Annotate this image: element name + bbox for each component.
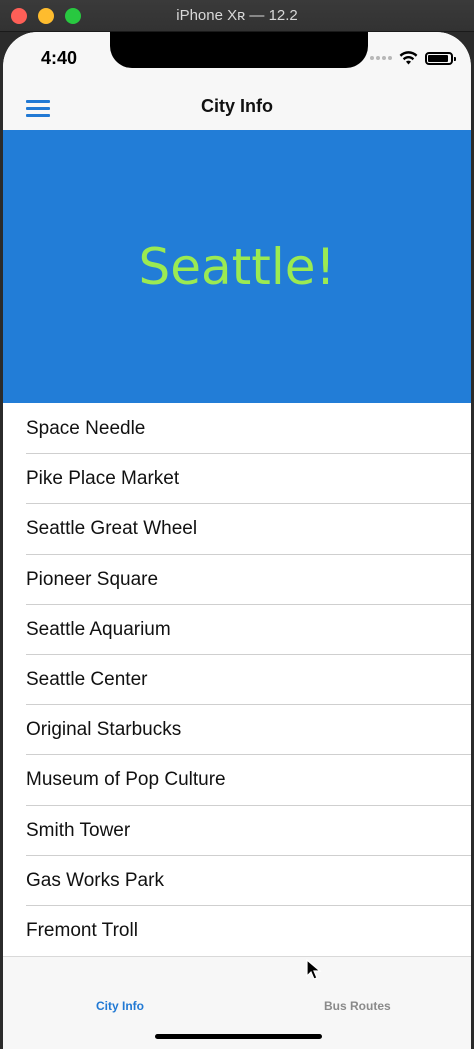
device-notch (110, 32, 368, 68)
battery-icon (425, 51, 456, 65)
nav-title: City Info (201, 96, 273, 116)
list-item[interactable]: Museum of Pop Culture (3, 755, 471, 806)
app-screen: 4:40 City Info Seattle! Space Needle Pik… (3, 32, 471, 1049)
home-indicator[interactable] (155, 1034, 322, 1039)
list-item[interactable]: Smith Tower (3, 806, 471, 856)
list-item[interactable]: Seattle Center (3, 655, 471, 706)
tab-city-info[interactable]: City Info (96, 999, 144, 1013)
list-item[interactable]: Fremont Troll (3, 906, 471, 956)
window-title: iPhone Xʀ — 12.2 (176, 7, 298, 24)
list-item[interactable]: Seattle Aquarium (3, 605, 471, 656)
list-item[interactable]: Pioneer Square (3, 555, 471, 605)
simulator-window: iPhone Xʀ — 12.2 4:40 City Info Seattle!… (0, 0, 474, 1049)
cellular-signal-icon (370, 56, 392, 60)
navigation-bar: City Info (3, 88, 471, 130)
tab-bus-routes[interactable]: Bus Routes (324, 999, 391, 1013)
city-hero-banner: Seattle! (3, 130, 471, 403)
status-time: 4:40 (41, 48, 78, 68)
attractions-list: Space Needle Pike Place Market Seattle G… (3, 404, 471, 956)
list-item[interactable]: Original Starbucks (3, 705, 471, 756)
list-item[interactable]: Gas Works Park (3, 856, 471, 907)
list-item[interactable]: Seattle Great Wheel (3, 504, 471, 555)
list-item[interactable]: Space Needle (3, 404, 471, 455)
wifi-icon (399, 51, 418, 65)
window-titlebar: iPhone Xʀ — 12.2 (0, 0, 474, 32)
list-item[interactable]: Pike Place Market (3, 454, 471, 505)
status-icons (370, 51, 456, 65)
status-bar: 4:40 (3, 32, 471, 88)
mouse-cursor-icon (306, 959, 322, 980)
hero-title: Seattle! (138, 237, 336, 296)
device-frame: 4:40 City Info Seattle! Space Needle Pik… (3, 32, 471, 1049)
